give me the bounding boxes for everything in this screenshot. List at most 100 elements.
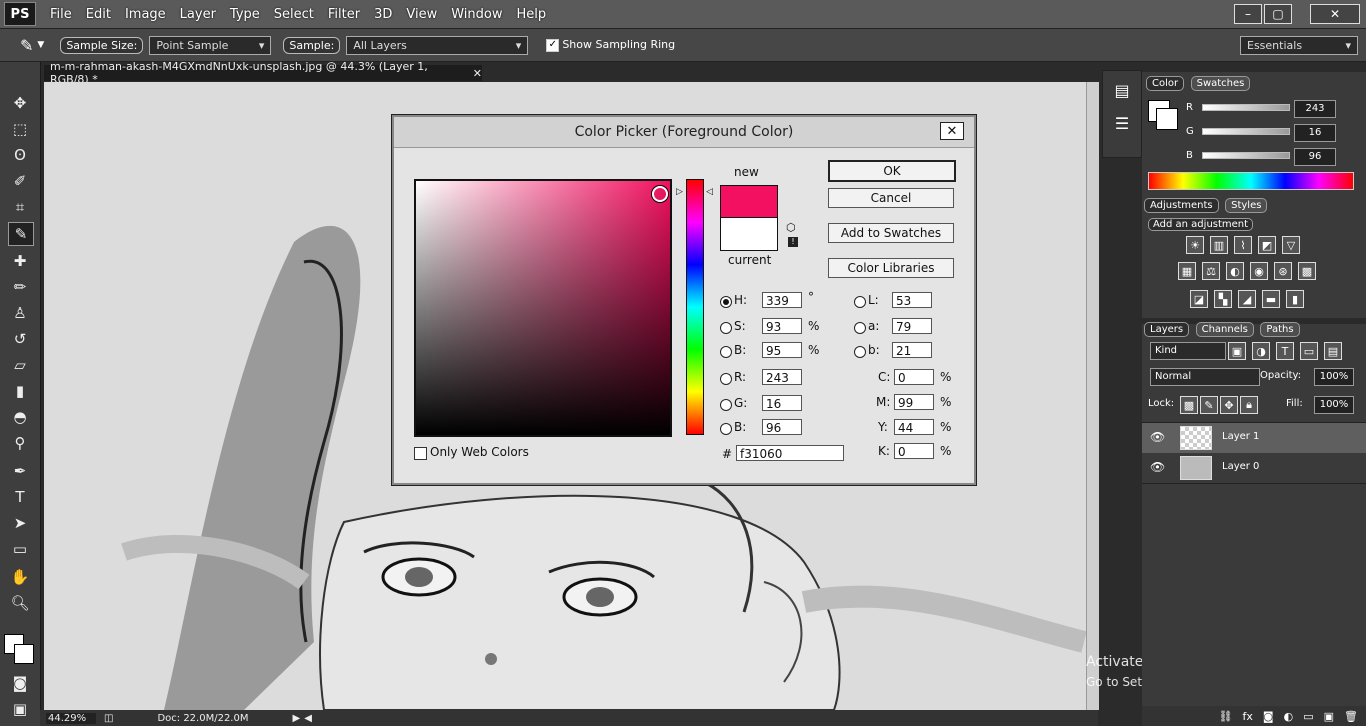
threshold-icon[interactable]: ◢ [1238, 290, 1256, 308]
invert-icon[interactable]: ◪ [1190, 290, 1208, 308]
s-field[interactable]: 93 [762, 318, 802, 334]
color-b-value[interactable]: 96 [1294, 148, 1336, 166]
sample-select[interactable]: All Layers ▾ [346, 35, 529, 55]
eye-icon[interactable]: 👁︎ [1150, 460, 1165, 474]
layer-kind-filter[interactable]: Kind [1150, 342, 1226, 360]
type-tool-icon[interactable]: T [8, 486, 32, 508]
fill-value[interactable]: 100% [1314, 396, 1354, 414]
vertical-scrollbar[interactable] [1086, 82, 1099, 710]
hue-slider-left-arrow-icon[interactable]: ▷ [676, 187, 683, 197]
close-window-button[interactable]: ✕ [1310, 4, 1360, 24]
l-field[interactable]: 53 [892, 292, 932, 308]
tab-adjustments[interactable]: Adjustments [1144, 198, 1219, 213]
menu-filter[interactable]: Filter [328, 7, 360, 22]
lasso-tool-icon[interactable]: ʘ [8, 144, 32, 166]
blue-radio[interactable] [720, 423, 732, 435]
color-balance-icon[interactable]: ⚖ [1202, 262, 1220, 280]
horizontal-scroll-left-icon[interactable]: ◀ [304, 713, 312, 724]
color-spectrum-ramp[interactable] [1148, 172, 1354, 190]
g-field[interactable]: 16 [762, 395, 802, 411]
menu-type[interactable]: Type [230, 7, 260, 22]
tab-swatches[interactable]: Swatches [1190, 76, 1251, 91]
filter-adjustment-icon[interactable]: ◑ [1252, 342, 1270, 360]
delete-layer-icon[interactable]: 🗑︎ [1344, 710, 1358, 723]
photo-filter-icon[interactable]: ◉ [1250, 262, 1268, 280]
color-r-value[interactable]: 243 [1294, 100, 1336, 118]
opacity-value[interactable]: 100% [1314, 368, 1354, 386]
zoom-tool-icon[interactable]: 🔍︎ [8, 592, 32, 614]
l-radio[interactable] [854, 296, 866, 308]
r-radio[interactable] [720, 373, 732, 385]
web-safe-warning-icon[interactable]: ! [788, 237, 798, 247]
marquee-tool-icon[interactable]: ⬚ [8, 118, 32, 140]
document-tab[interactable]: m-m-rahman-akash-M4GXmdNnUxk-unsplash.jp… [44, 60, 482, 86]
lock-all-icon[interactable]: 🔒︎ [1240, 396, 1258, 414]
hue-slider-right-arrow-icon[interactable]: ◁ [706, 187, 713, 197]
tab-paths[interactable]: Paths [1260, 322, 1300, 337]
layer-row-0[interactable]: 👁︎ Layer 0 [1142, 453, 1366, 484]
tab-channels[interactable]: Channels [1195, 322, 1254, 337]
brush-tool-icon[interactable]: ✏ [8, 276, 32, 298]
shape-tool-icon[interactable]: ▭ [8, 538, 32, 560]
minimize-button[interactable]: – [1234, 4, 1262, 24]
dodge-tool-icon[interactable]: ⚲ [8, 432, 32, 454]
hand-tool-icon[interactable]: ✋ [8, 566, 32, 588]
a-field[interactable]: 79 [892, 318, 932, 334]
selective-color-icon[interactable]: ▮ [1286, 290, 1304, 308]
vibrance-icon[interactable]: ▽ [1282, 236, 1300, 254]
saturation-brightness-field[interactable] [414, 179, 672, 437]
zoom-level[interactable]: 44.29% [46, 712, 96, 724]
lock-position-icon[interactable]: ✥ [1220, 396, 1238, 414]
levels-icon[interactable]: ▥ [1210, 236, 1228, 254]
dialog-close-button[interactable]: ✕ [940, 122, 964, 140]
m-field[interactable]: 99 [894, 394, 934, 410]
history-brush-tool-icon[interactable]: ↺ [8, 328, 32, 350]
color-b-slider[interactable] [1202, 152, 1290, 159]
brightness-icon[interactable]: ☀ [1186, 236, 1204, 254]
close-document-icon[interactable]: ✕ [473, 67, 482, 80]
y-field[interactable]: 44 [894, 419, 934, 435]
layer-row-1[interactable]: 👁︎ Layer 1 [1142, 422, 1366, 454]
tool-preset-arrow-icon[interactable]: ▼ [37, 40, 44, 50]
b-radio[interactable] [720, 346, 732, 358]
sample-size-select[interactable]: Point Sample ▾ [149, 35, 272, 55]
ok-button[interactable]: OK [828, 160, 956, 182]
only-web-colors-checkbox[interactable] [414, 447, 427, 460]
eyedropper-tool-icon[interactable]: ✎ [20, 36, 33, 55]
hue-slider[interactable] [686, 179, 704, 435]
menu-3d[interactable]: 3D [374, 7, 392, 22]
tab-layers[interactable]: Layers [1144, 322, 1190, 337]
eyedropper-tool-icon[interactable]: ✎ [8, 222, 34, 246]
status-info-icon[interactable]: ◫ [104, 713, 113, 724]
tab-styles[interactable]: Styles [1225, 198, 1268, 213]
quick-select-tool-icon[interactable]: ✐ [8, 170, 32, 192]
gradient-tool-icon[interactable]: ▮ [8, 380, 32, 402]
path-selection-tool-icon[interactable]: ➤ [8, 512, 32, 534]
screen-mode-icon[interactable]: ▣ [8, 698, 32, 720]
show-sampling-ring-checkbox[interactable]: ✓ Show Sampling Ring [546, 38, 675, 52]
a-radio[interactable] [854, 322, 866, 334]
blur-tool-icon[interactable]: ◓ [8, 406, 32, 428]
menu-window[interactable]: Window [451, 7, 502, 22]
current-color-swatch[interactable] [720, 217, 778, 251]
color-r-slider[interactable] [1202, 104, 1290, 111]
layer-name[interactable]: Layer 0 [1222, 461, 1259, 472]
new-adjustment-icon[interactable]: ◐ [1284, 710, 1294, 723]
background-color-swatch[interactable] [14, 644, 34, 664]
lab-b-radio[interactable] [854, 346, 866, 358]
blend-mode-select[interactable]: Normal [1150, 368, 1260, 386]
layer-mask-icon[interactable]: ◙ [1263, 710, 1274, 723]
h-field[interactable]: 339 [762, 292, 802, 308]
menu-file[interactable]: File [50, 7, 72, 22]
g-radio[interactable] [720, 399, 732, 411]
healing-brush-tool-icon[interactable]: ✚ [8, 250, 32, 272]
move-tool-icon[interactable]: ✥ [8, 92, 32, 114]
filter-smart-icon[interactable]: ▤ [1324, 342, 1342, 360]
s-radio[interactable] [720, 322, 732, 334]
eraser-tool-icon[interactable]: ▱ [8, 354, 32, 376]
new-layer-icon[interactable]: ▣ [1324, 710, 1334, 723]
lab-b-field[interactable]: 21 [892, 342, 932, 358]
hex-field[interactable]: f31060 [736, 445, 844, 461]
posterize-icon[interactable]: ▚ [1214, 290, 1232, 308]
filter-type-icon[interactable]: T [1276, 342, 1294, 360]
